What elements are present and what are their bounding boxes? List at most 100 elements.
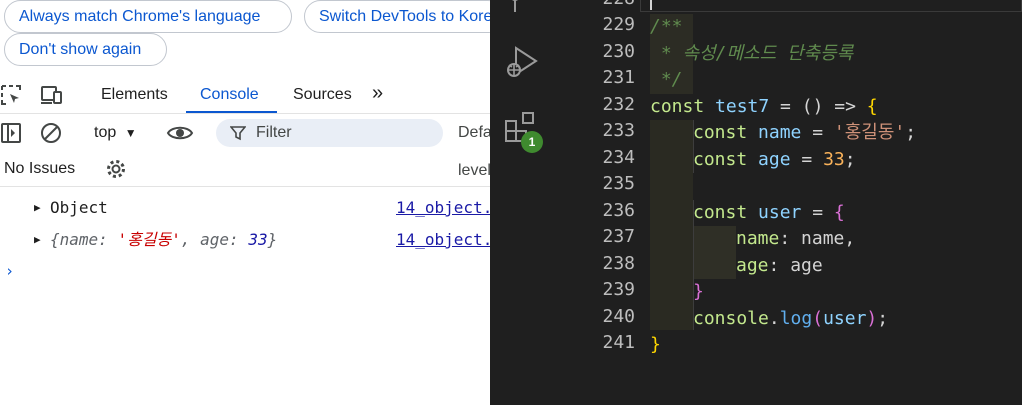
keyword-const: const [693,201,748,223]
line-number: 239 [602,279,635,300]
operator: = [790,148,824,170]
property-value: : name, [779,228,856,249]
log-value-name: '홍길동' [117,230,181,249]
inspect-element-icon[interactable] [0,84,22,106]
code-line-232: const test7 = () => { [650,94,878,121]
expand-triangle-icon[interactable]: ▶ [34,193,41,223]
property-key: name [736,228,780,249]
code-line-241: } [650,334,661,355]
bracket: ( [812,307,824,329]
line-number: 236 [602,199,635,221]
tab-sources[interactable]: Sources [293,77,352,113]
code-line-240: console.log(user); [693,306,888,333]
no-issues-label[interactable]: No Issues [4,151,75,187]
always-match-language-button[interactable]: Always match Chrome's language [4,0,292,33]
code-line-238: age: age [736,253,823,280]
line-number: 235 [602,173,635,194]
tab-elements[interactable]: Elements [101,77,168,113]
line-number: 228 [562,0,642,9]
keyword-const: const [693,148,748,170]
log-message[interactable]: Object [50,193,108,223]
log-key-age: , age: [180,230,249,249]
expand-triangle-icon[interactable]: ▶ [34,225,41,255]
clear-console-icon[interactable] [40,122,62,144]
line-number: 233 [602,120,635,141]
console-log-row: ▶ {name: '홍길동', age: 33} 14_object.js [0,225,490,255]
number-literal: 33 [823,148,845,170]
filter-placeholder: Filter [256,124,292,141]
operator: = [801,122,834,143]
code-line-233: const name = '홍길동'; [693,120,916,147]
log-value-age: 33 [248,230,268,249]
indent-guide [693,226,736,279]
code-line-234: const age = 33; [693,147,856,174]
extensions-update-badge: 1 [521,131,543,153]
code-area[interactable]: /** * 속성/메소드 단축등록 */ const test7 = () =>… [640,0,1022,405]
bracket: ) [866,307,878,329]
line-number: 231 [602,67,635,88]
console-object: console [693,307,769,329]
eye-icon[interactable] [166,122,194,144]
context-select-value: top [94,124,117,141]
line-number: 229 [602,14,635,35]
device-toolbar-icon[interactable] [39,84,62,106]
current-line-highlight [640,0,1022,12]
text-cursor [650,0,652,10]
property-value: : age [768,254,823,276]
code-line-237: name: name, [736,226,855,253]
log-key-name: {name: [50,230,118,249]
identifier: test7 [715,95,770,117]
operator: = [801,201,834,223]
keyword-const: const [693,122,748,143]
sidebar-toggle-icon[interactable] [0,122,22,144]
line-number-gutter: 228 229 230 231 232 233 234 235 236 237 … [562,0,642,405]
tab-console[interactable]: Console [200,77,259,113]
devtools-panel: Always match Chrome's language Switch De… [0,0,490,405]
run-debug-icon[interactable] [504,44,540,85]
code-line-230: * 속성/메소드 단축등록 [650,42,854,64]
dot: . [768,307,780,329]
filter-icon [229,125,247,146]
operator: = () => [769,95,867,117]
line-number: 232 [602,93,635,115]
log-message[interactable]: {name: '홍길동', age: 33} [50,225,277,255]
line-number: 237 [602,226,635,247]
devtools-tabbar: Elements Console Sources » [0,75,490,114]
line-number: 230 [602,40,635,62]
code-editor: 1 228 229 230 231 232 233 234 235 236 23… [490,0,1022,405]
gear-icon[interactable] [105,158,127,185]
line-number: 240 [602,305,635,327]
line-number: 238 [602,252,635,274]
bracket: { [833,201,845,223]
more-tabs-chevron-icon[interactable]: » [372,75,383,111]
console-toolbar: top ▼ Filter Default levels [0,113,490,179]
source-control-icon[interactable] [506,0,536,23]
activity-bar: 1 [490,0,562,405]
line-number: 234 [602,146,635,168]
string-literal: '홍길동' [833,122,906,143]
semicolon: ; [877,307,889,329]
log-source-link[interactable]: 14_object.js [396,225,490,255]
switch-devtools-language-button[interactable]: Switch DevTools to Korean [304,0,490,33]
identifier: age [758,148,791,170]
filter-input[interactable]: Filter [216,119,443,147]
console-prompt[interactable]: › [5,262,14,280]
identifier: user [758,201,802,223]
keyword-const: const [650,95,705,117]
method-name: log [779,307,813,329]
semicolon: ; [844,148,856,170]
code-line-236: const user = { [693,200,845,227]
semicolon: ; [905,122,917,143]
chevron-down-icon: ▼ [124,126,137,140]
context-select[interactable]: top ▼ [94,114,137,152]
console-log-row: ▶ Object 14_object.js [0,193,490,223]
identifier: name [758,122,802,143]
log-source-link[interactable]: 14_object.js [396,193,490,223]
code-line-239: } [693,281,704,302]
bracket: { [866,95,878,117]
dont-show-again-button[interactable]: Don't show again [4,33,167,66]
identifier: user [823,307,867,329]
line-number: 241 [602,332,635,353]
code-line-229: /** [650,16,683,37]
property-key: age [736,254,769,276]
